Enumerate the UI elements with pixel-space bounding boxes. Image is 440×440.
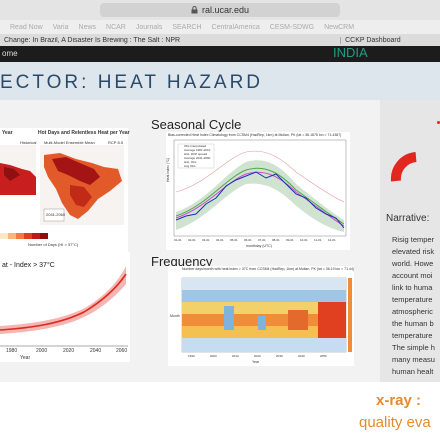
map-panel: Year Hot Days and Relentless Heat per Ye… [0, 128, 130, 252]
trend-x-label: Year [20, 355, 31, 361]
colorbar-swatch [0, 233, 8, 239]
colorbar-swatch [32, 233, 40, 239]
trend-x-tick: 2040 [90, 348, 102, 354]
address-text: ral.ucar.edu [201, 5, 250, 15]
trend-chart [0, 266, 128, 347]
frequency-x-tick: 2020 [254, 354, 261, 358]
bookmark-item[interactable]: SEARCH [172, 24, 201, 31]
trend-x-tick: 2020 [63, 348, 75, 354]
seasonal-x-tick: 11-01 [314, 238, 322, 242]
heatmap-hot-block [288, 310, 308, 330]
tab-strip: Change: In Brazil, A Disaster Is Brewing… [0, 34, 440, 46]
bookmark-item[interactable]: CentralAmerica [212, 24, 260, 31]
trend-panel: at - Index > 37°C 1980 2000 2020 2040 20… [0, 252, 130, 362]
narrative-line: account moi [392, 271, 433, 280]
narrative-heading: Narrative: [386, 213, 430, 224]
trend-x-tick: 2000 [36, 348, 48, 354]
bookmark-item[interactable]: NewCRM [324, 24, 354, 31]
hot-days-map [0, 145, 124, 225]
map-right-title: Hot Days and Relentless Heat per Year [38, 130, 130, 136]
narrative-line: Risig temper [392, 235, 435, 244]
seasonal-x-tick: 04-01 [216, 238, 224, 242]
heatmap-row-cool [182, 278, 346, 290]
narrative-line: world. Howe [392, 259, 434, 268]
risk-gauge [390, 152, 417, 182]
seasonal-x-tick: 07-01 [258, 238, 266, 242]
seasonal-x-tick: 02-01 [188, 238, 196, 242]
narrative-line: atmospheric [392, 307, 433, 316]
trend-x-tick: 2060 [116, 348, 128, 354]
narrative-line: human healt [392, 367, 434, 376]
frequency-x-tick: 2040 [298, 354, 305, 358]
seasonal-y-label: Heat Index (°C) [166, 157, 170, 182]
heatmap-hot-block [318, 302, 346, 338]
bookmark-item[interactable]: Journals [136, 24, 162, 31]
heatmap-cool-block [224, 306, 234, 330]
seasonal-x-tick: 09-01 [286, 238, 294, 242]
tab-cckp-dashboard[interactable]: CCKP Dashboard [340, 36, 440, 44]
seasonal-x-label: monthday (UTC) [246, 244, 272, 248]
map-period-label: 2041-2060 [46, 212, 66, 217]
narrative-line: elevated risk [392, 247, 435, 256]
narrative-line: many measu [392, 355, 435, 364]
footer-brand: x-ray : [376, 392, 422, 409]
frequency-x-tick: 2050 [320, 354, 327, 358]
heatmap-cool-block [258, 316, 266, 330]
slide-title: ECTOR: HEAT HAZARD [0, 72, 264, 93]
bookmark-item[interactable]: Read Now [10, 24, 43, 31]
seasonal-x-tick: 05-01 [230, 238, 238, 242]
seasonal-x-tick: 10-01 [300, 238, 308, 242]
narrative-line: The simple h [392, 343, 435, 352]
address-bar[interactable]: ral.ucar.edu [100, 3, 340, 17]
seasonal-x-tick: 08-01 [272, 238, 280, 242]
site-nav-bar: ome INDIA [0, 45, 440, 62]
frequency-y-label: Month [170, 314, 180, 318]
narrative-line: link to huma [392, 283, 433, 292]
colorbar-swatch [16, 233, 24, 239]
frequency-x-tick: 2030 [276, 354, 283, 358]
narrative-line: temperature [392, 295, 433, 304]
map-left-title: Year [2, 130, 13, 136]
seasonal-x-tick: 06-01 [244, 238, 252, 242]
seasonal-x-tick: 12-01 [328, 238, 336, 242]
seasonal-legend-entry: Avg Obs [184, 164, 196, 168]
seasonal-panel: Bias-corrected Heat Index Climatology fr… [166, 132, 350, 250]
seasonal-x-tick: 01-01 [174, 238, 182, 242]
narrative-line: the human b [392, 319, 434, 328]
seasonal-x-tick: 03-01 [202, 238, 210, 242]
frequency-panel: Number days/month with heat index > 37C … [168, 266, 354, 366]
footer-tagline: quality eva [359, 414, 431, 431]
bookmarks-bar: Read Now Varia News NCAR Journals SEARCH… [0, 20, 440, 34]
bookmark-item[interactable]: News [79, 24, 97, 31]
frequency-x-label: Year [252, 360, 260, 364]
gauge-arc [390, 152, 417, 182]
colorbar-swatch [8, 233, 16, 239]
trend-uncertainty-band [0, 266, 126, 334]
tab-npr[interactable]: Change: In Brazil, A Disaster Is Brewing… [0, 37, 340, 44]
bookmark-item[interactable]: CESM-SDWG [270, 24, 314, 31]
seasonal-spread-band [176, 160, 344, 232]
bookmark-item[interactable]: Varia [53, 24, 69, 31]
map-colorbar [0, 233, 48, 239]
frequency-x-tick: 1990 [188, 354, 195, 358]
trend-x-tick: 1980 [6, 348, 18, 354]
heatmap-row-cool [182, 338, 346, 352]
nav-home-link[interactable]: ome [2, 49, 18, 58]
colorbar-swatch [24, 233, 32, 239]
heatmap-row-cool [182, 290, 346, 302]
frequency-heatmap [181, 277, 352, 353]
colorbar-swatch [40, 233, 48, 239]
bookmark-item[interactable]: NCAR [106, 24, 126, 31]
frequency-x-tick: 2010 [232, 354, 239, 358]
map-legend-caption: Number of Days (HI > 37°C) [28, 242, 79, 247]
seasonal-heading: Seasonal Cycle [151, 117, 242, 132]
frequency-x-tick: 2000 [210, 354, 217, 358]
region-label: INDIA [333, 45, 368, 60]
narrative-line: temperature [392, 331, 433, 340]
heatmap-colorbar [348, 278, 352, 352]
lock-icon [191, 6, 198, 14]
slide-footer [0, 382, 440, 440]
